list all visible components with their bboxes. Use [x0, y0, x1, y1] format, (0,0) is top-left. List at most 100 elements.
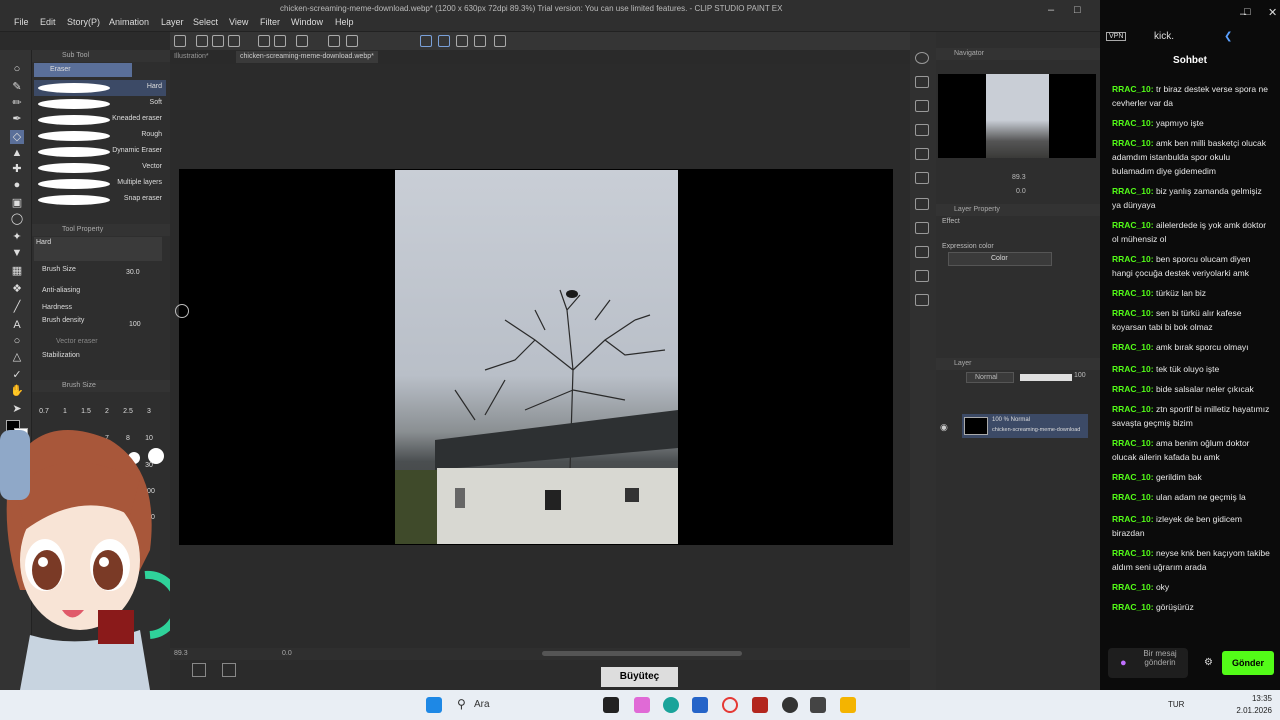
panel-icon[interactable]	[915, 124, 929, 136]
blend-mode-select[interactable]: Normal	[966, 372, 1014, 383]
chat-username[interactable]: RRAC_10	[1112, 254, 1151, 264]
hand-tool-icon[interactable]: ✋	[10, 384, 24, 398]
panel-icon[interactable]	[915, 294, 929, 306]
navigator-zoom[interactable]: 89.3	[1012, 174, 1026, 181]
correct-line-icon[interactable]: ✓	[10, 368, 24, 382]
brush-density-value[interactable]: 100	[129, 321, 141, 328]
menu-animation[interactable]: Animation	[109, 17, 149, 27]
search-icon[interactable]	[915, 52, 929, 64]
store-icon[interactable]	[692, 697, 708, 713]
menu-select[interactable]: Select	[193, 17, 218, 27]
text-tool-icon[interactable]: A	[10, 318, 24, 332]
new-file-icon[interactable]	[196, 35, 208, 47]
new-icon[interactable]	[174, 35, 186, 47]
vpn-badge[interactable]: VPN	[1106, 32, 1127, 41]
save-icon[interactable]	[228, 35, 240, 47]
chat-username[interactable]: RRAC_10	[1112, 548, 1151, 558]
expression-color-select[interactable]: Color	[948, 252, 1052, 266]
brush-dynamic[interactable]: Dynamic Eraser	[34, 144, 166, 160]
panel-icon[interactable]	[915, 222, 929, 234]
eraser-tool-icon[interactable]: ◇	[10, 130, 24, 144]
clear-icon[interactable]	[296, 35, 308, 47]
taskbar-search-label[interactable]: Ara	[474, 699, 490, 710]
figure-tool-icon[interactable]: ╱	[10, 300, 24, 314]
chat-username[interactable]: RRAC_10	[1112, 438, 1151, 448]
chat-username[interactable]: RRAC_10	[1112, 118, 1151, 128]
gradient-tool-icon[interactable]: ▦	[10, 264, 24, 278]
horizontal-scrollbar[interactable]	[542, 651, 742, 656]
transform-tool-icon[interactable]: ▣	[10, 196, 24, 210]
open-icon[interactable]	[212, 35, 224, 47]
chat-username[interactable]: RRAC_10	[1112, 582, 1151, 592]
operation-tool-icon[interactable]: ❖	[10, 282, 24, 296]
chat-username[interactable]: RRAC_10	[1112, 308, 1151, 318]
redo-icon[interactable]	[274, 35, 286, 47]
panel-icon[interactable]	[915, 172, 929, 184]
send-button[interactable]: Gönder	[1222, 651, 1274, 675]
ruler-icon[interactable]	[456, 35, 468, 47]
chat-username[interactable]: RRAC_10	[1112, 602, 1151, 612]
chat-username[interactable]: RRAC_10	[1112, 186, 1151, 196]
settings-icon[interactable]: ⚙	[1204, 657, 1213, 668]
status-zoom[interactable]: 89.3	[174, 650, 188, 657]
chat-username[interactable]: RRAC_10	[1112, 220, 1151, 230]
tab-illustration[interactable]: Illustration*	[170, 51, 213, 63]
menu-help[interactable]: Help	[335, 17, 354, 27]
opacity-value[interactable]: 100	[1074, 372, 1086, 379]
panel-icon[interactable]	[915, 100, 929, 112]
navigator-preview[interactable]	[938, 74, 1096, 158]
eye-icon[interactable]: ◉	[940, 422, 948, 433]
taskbar-clock[interactable]: 13:35 2.01.2026	[1230, 693, 1272, 717]
brush-rough[interactable]: Rough	[34, 128, 166, 144]
crop-icon[interactable]	[346, 35, 358, 47]
blend-tool-icon[interactable]: ▲	[10, 146, 24, 160]
menu-story[interactable]: Story(P)	[67, 17, 100, 27]
browser-tab-label[interactable]: kick.	[1154, 31, 1174, 42]
navigator-rotation[interactable]: 0.0	[1016, 188, 1026, 195]
close-icon[interactable]: ✕	[1268, 6, 1277, 19]
lasso-tool-icon[interactable]: ◯	[10, 212, 24, 226]
chat-username[interactable]: RRAC_10	[1112, 342, 1151, 352]
menu-filter[interactable]: Filter	[260, 17, 280, 27]
app-icon[interactable]	[782, 697, 798, 713]
size-cell[interactable]: 0.7	[35, 408, 53, 415]
brush-soft[interactable]: Soft	[34, 96, 166, 112]
panel-icon[interactable]	[915, 148, 929, 160]
search-icon[interactable]: ⚲	[457, 697, 466, 711]
brush-multiple-layers[interactable]: Multiple layers	[34, 176, 166, 192]
size-cell[interactable]: 2.5	[119, 408, 137, 415]
close-panel-icon[interactable]	[915, 76, 929, 88]
chat-username[interactable]: RRAC_10	[1112, 492, 1151, 502]
fill-tool-icon[interactable]: ●	[10, 178, 24, 192]
size-cell[interactable]: 3	[140, 408, 158, 415]
menu-edit[interactable]: Edit	[40, 17, 56, 27]
transform-icon[interactable]	[328, 35, 340, 47]
menu-view[interactable]: View	[229, 17, 248, 27]
bucket-tool-icon[interactable]: ▼	[10, 246, 24, 260]
chat-input[interactable]: ● Bir mesaj gönderin	[1108, 648, 1188, 678]
minimize-icon[interactable]: –	[1048, 4, 1054, 16]
balloon-tool-icon[interactable]: ○	[10, 334, 24, 348]
undo-icon[interactable]	[258, 35, 270, 47]
chat-username[interactable]: RRAC_10	[1112, 138, 1151, 148]
chat-username[interactable]: RRAC_10	[1112, 404, 1151, 414]
eyedropper-tool-icon[interactable]: ➤	[10, 402, 24, 416]
chat-username[interactable]: RRAC_10	[1112, 472, 1151, 482]
menu-window[interactable]: Window	[291, 17, 323, 27]
task-view-icon[interactable]	[603, 697, 619, 713]
chat-username[interactable]: RRAC_10	[1112, 84, 1151, 94]
app-icon[interactable]	[634, 697, 650, 713]
brush-tool-icon[interactable]: ✒	[10, 112, 24, 126]
panel-icon[interactable]	[915, 270, 929, 282]
grid-view-icon[interactable]	[222, 663, 236, 677]
mic-icon[interactable]: ●	[1120, 657, 1127, 669]
tab-chicken-screaming[interactable]: chicken-screaming-meme-download.webp*	[236, 51, 378, 63]
restore-icon[interactable]: □	[1074, 4, 1081, 16]
subtool-group-eraser[interactable]: Eraser	[34, 63, 132, 77]
pen-tool-icon[interactable]: ✎	[10, 80, 24, 94]
file-explorer-icon[interactable]	[840, 697, 856, 713]
maximize-icon[interactable]: □	[1244, 6, 1251, 18]
menu-file[interactable]: File	[14, 17, 29, 27]
brush-snap[interactable]: Snap eraser	[34, 192, 166, 208]
pencil-tool-icon[interactable]: ✏	[10, 96, 24, 110]
